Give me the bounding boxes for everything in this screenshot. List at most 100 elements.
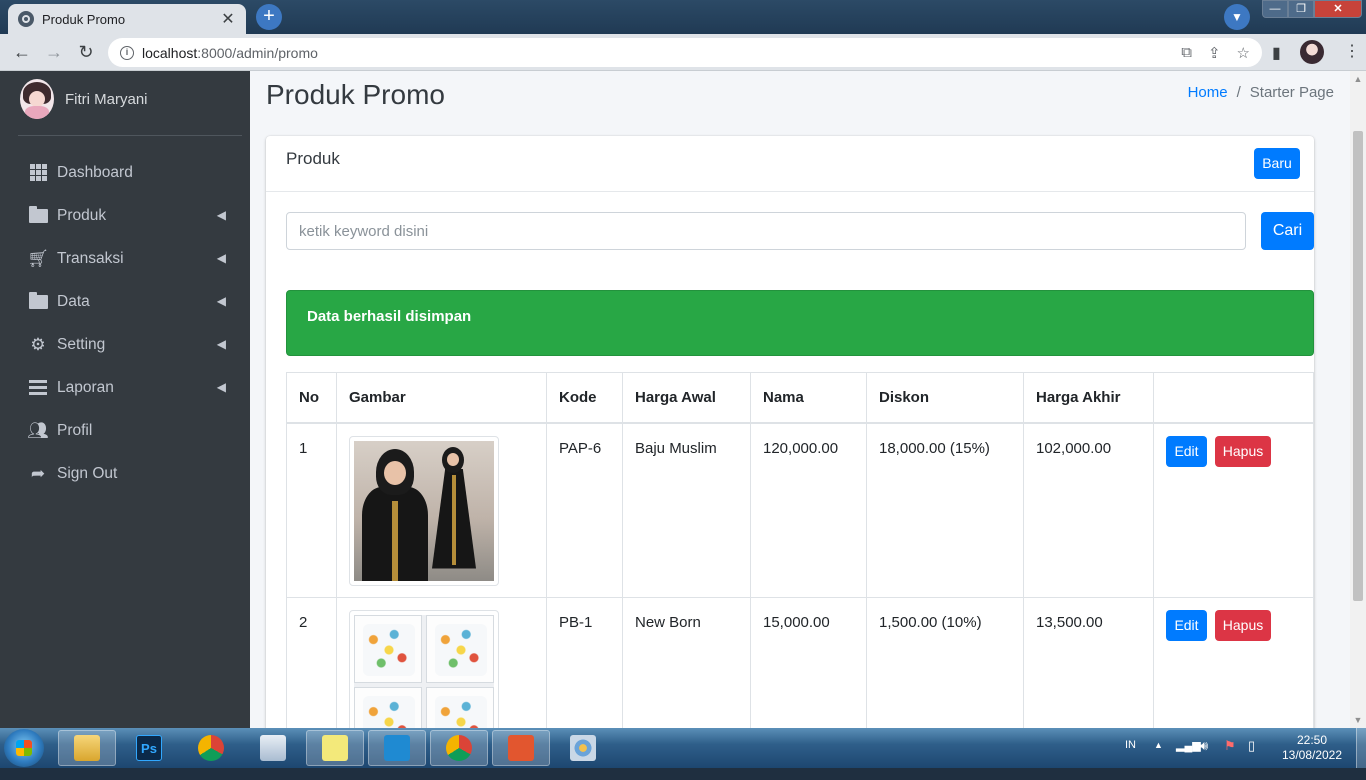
table-row: 1 PAP-6 Baju Muslim 120,000.00 18,000.00…: [286, 422, 1314, 598]
taskbar-screencast[interactable]: [492, 730, 550, 766]
forward-arrow-icon[interactable]: →: [42, 41, 66, 65]
network-signal-icon[interactable]: ▂▄▆: [1176, 739, 1201, 779]
shopping-cart-icon: 🛒︎: [27, 248, 49, 268]
promo-table: No Gambar Kode Harga Awal Nama Diskon Ha…: [286, 372, 1314, 728]
cell-kode: PB-1: [546, 597, 623, 728]
share-icon[interactable]: ⇪: [1208, 44, 1221, 62]
translate-icon[interactable]: ⧉: [1181, 44, 1192, 61]
sidebar-item-sign-out[interactable]: ➦ Sign Out: [0, 452, 250, 495]
sign-out-icon: ➦: [30, 463, 46, 483]
sticky-notes-icon: [322, 735, 348, 761]
chevron-left-icon: ◀: [216, 294, 226, 308]
sidebar-item-profil[interactable]: 👥︎ Profil: [0, 409, 250, 452]
sidebar-item-label: Dashboard: [57, 163, 133, 181]
sidebar-item-setting[interactable]: ⚙ Setting ◀: [0, 323, 250, 366]
column-header-harga-awal: Harga Awal: [622, 372, 751, 424]
back-arrow-icon[interactable]: ←: [10, 41, 34, 65]
table-row: 2 PB-1 New Born 15,000.00 1,500.00 (10%): [286, 597, 1314, 728]
page-scrollbar[interactable]: ▲ ▼: [1350, 71, 1366, 728]
column-header-harga-akhir: Harga Akhir: [1023, 372, 1154, 424]
folder-open-icon: [27, 205, 49, 225]
screencast-icon: [508, 735, 534, 761]
chevron-left-icon: ◀: [216, 380, 226, 394]
tab-search-chevron-icon[interactable]: ▼: [1224, 4, 1250, 30]
cell-gambar: [336, 422, 547, 598]
scroll-up-arrow-icon[interactable]: ▲: [1350, 71, 1366, 87]
cell-diskon: 18,000.00 (15%): [866, 422, 1024, 598]
taskbar-vscode[interactable]: [368, 730, 426, 766]
taskbar-keyboard[interactable]: [244, 730, 302, 766]
breadcrumb-separator: /: [1236, 84, 1241, 101]
window-minimize-button[interactable]: —: [1262, 0, 1288, 18]
power-icon[interactable]: ▯: [1248, 738, 1255, 778]
action-center-flag-icon[interactable]: ⚑: [1224, 738, 1236, 778]
cell-no: 2: [286, 597, 337, 728]
taskbar-sticky-notes[interactable]: [306, 730, 364, 766]
sidebar-divider: [18, 135, 242, 136]
url-text[interactable]: localhost:8000/admin/promo: [142, 45, 1165, 61]
browser-tab[interactable]: Produk Promo ✕: [8, 4, 246, 34]
cell-harga-awal: New Born: [622, 597, 751, 728]
window-close-button[interactable]: ✕: [1314, 0, 1362, 18]
browser-menu-icon[interactable]: ⋮: [1344, 41, 1360, 61]
chrome-icon: [198, 735, 224, 761]
chrome-icon: [446, 735, 472, 761]
user-panel[interactable]: Fitri Maryani: [20, 79, 148, 119]
profile-avatar[interactable]: [1300, 40, 1324, 64]
cell-nama: 120,000.00: [750, 422, 867, 598]
taskbar-chrome[interactable]: [182, 730, 240, 766]
site-info-icon[interactable]: i: [120, 45, 134, 60]
explorer-icon: [74, 735, 100, 761]
success-alert: Data berhasil disimpan: [286, 290, 1314, 356]
users-icon: 👥︎: [27, 420, 49, 440]
window-maximize-button[interactable]: ❐: [1288, 0, 1314, 18]
taskbar: Ps IN ▲ ▂▄▆ 🔊︎ ⚑ ▯ 22:50 13/08/2022: [0, 728, 1366, 768]
bookmark-star-icon[interactable]: ☆: [1237, 44, 1250, 62]
tab-close-icon[interactable]: ✕: [220, 9, 236, 29]
column-header-gambar: Gambar: [336, 372, 547, 424]
show-desktop-button[interactable]: [1356, 728, 1366, 768]
tab-title: Produk Promo: [42, 11, 126, 27]
chevron-left-icon: ◀: [216, 337, 226, 351]
gears-icon: ⚙: [30, 334, 46, 354]
sidebar: Fitri Maryani Dashboard Produk ◀ 🛒︎ Tran…: [0, 71, 250, 728]
taskbar-explorer[interactable]: [58, 730, 116, 766]
taskbar-photoshop[interactable]: Ps: [120, 730, 178, 766]
sidebar-item-data[interactable]: Data ◀: [0, 280, 250, 323]
scrollbar-thumb[interactable]: [1353, 131, 1363, 601]
table-header-row: No Gambar Kode Harga Awal Nama Diskon Ha…: [286, 372, 1314, 424]
new-tab-button[interactable]: +: [256, 4, 282, 30]
cell-harga-akhir: 13,500.00: [1023, 597, 1154, 728]
sidebar-item-dashboard[interactable]: Dashboard: [0, 151, 250, 194]
volume-icon[interactable]: 🔊︎: [1200, 738, 1208, 778]
side-panel-icon[interactable]: ▮: [1272, 43, 1281, 63]
sidebar-item-laporan[interactable]: Laporan ◀: [0, 366, 250, 409]
language-indicator[interactable]: IN: [1125, 739, 1136, 779]
taskbar-paint[interactable]: [554, 730, 612, 766]
card-header: Produk Baru: [266, 136, 1314, 192]
user-name[interactable]: Fitri Maryani: [65, 91, 148, 108]
address-bar[interactable]: i localhost:8000/admin/promo ⧉ ⇪ ☆: [108, 38, 1262, 67]
search-button[interactable]: Cari: [1261, 212, 1314, 250]
start-button[interactable]: [4, 729, 44, 767]
breadcrumb-current: Starter Page: [1249, 84, 1334, 101]
delete-button[interactable]: Hapus: [1215, 435, 1271, 467]
delete-button[interactable]: Hapus: [1215, 610, 1271, 641]
sidebar-item-transaksi[interactable]: 🛒︎ Transaksi ◀: [0, 237, 250, 280]
reload-icon[interactable]: ↻: [74, 41, 98, 65]
photoshop-icon: Ps: [136, 735, 162, 761]
avatar: [20, 79, 54, 119]
edit-button[interactable]: Edit: [1166, 610, 1207, 641]
new-product-button[interactable]: Baru: [1254, 148, 1300, 179]
taskbar-chrome-active[interactable]: [430, 730, 488, 766]
url-path: :8000/admin/promo: [197, 44, 318, 61]
breadcrumb-home-link[interactable]: Home: [1188, 84, 1228, 101]
scroll-down-arrow-icon[interactable]: ▼: [1350, 712, 1366, 728]
tray-expand-icon[interactable]: ▲: [1154, 740, 1163, 780]
sidebar-item-produk[interactable]: Produk ◀: [0, 194, 250, 237]
system-clock[interactable]: 22:50 13/08/2022: [1276, 733, 1348, 763]
edit-button[interactable]: Edit: [1166, 435, 1207, 467]
cell-no: 1: [286, 422, 337, 598]
main-content: Produk Promo Home / Starter Page Produk Ba…: [250, 71, 1350, 728]
search-input[interactable]: [286, 212, 1246, 250]
